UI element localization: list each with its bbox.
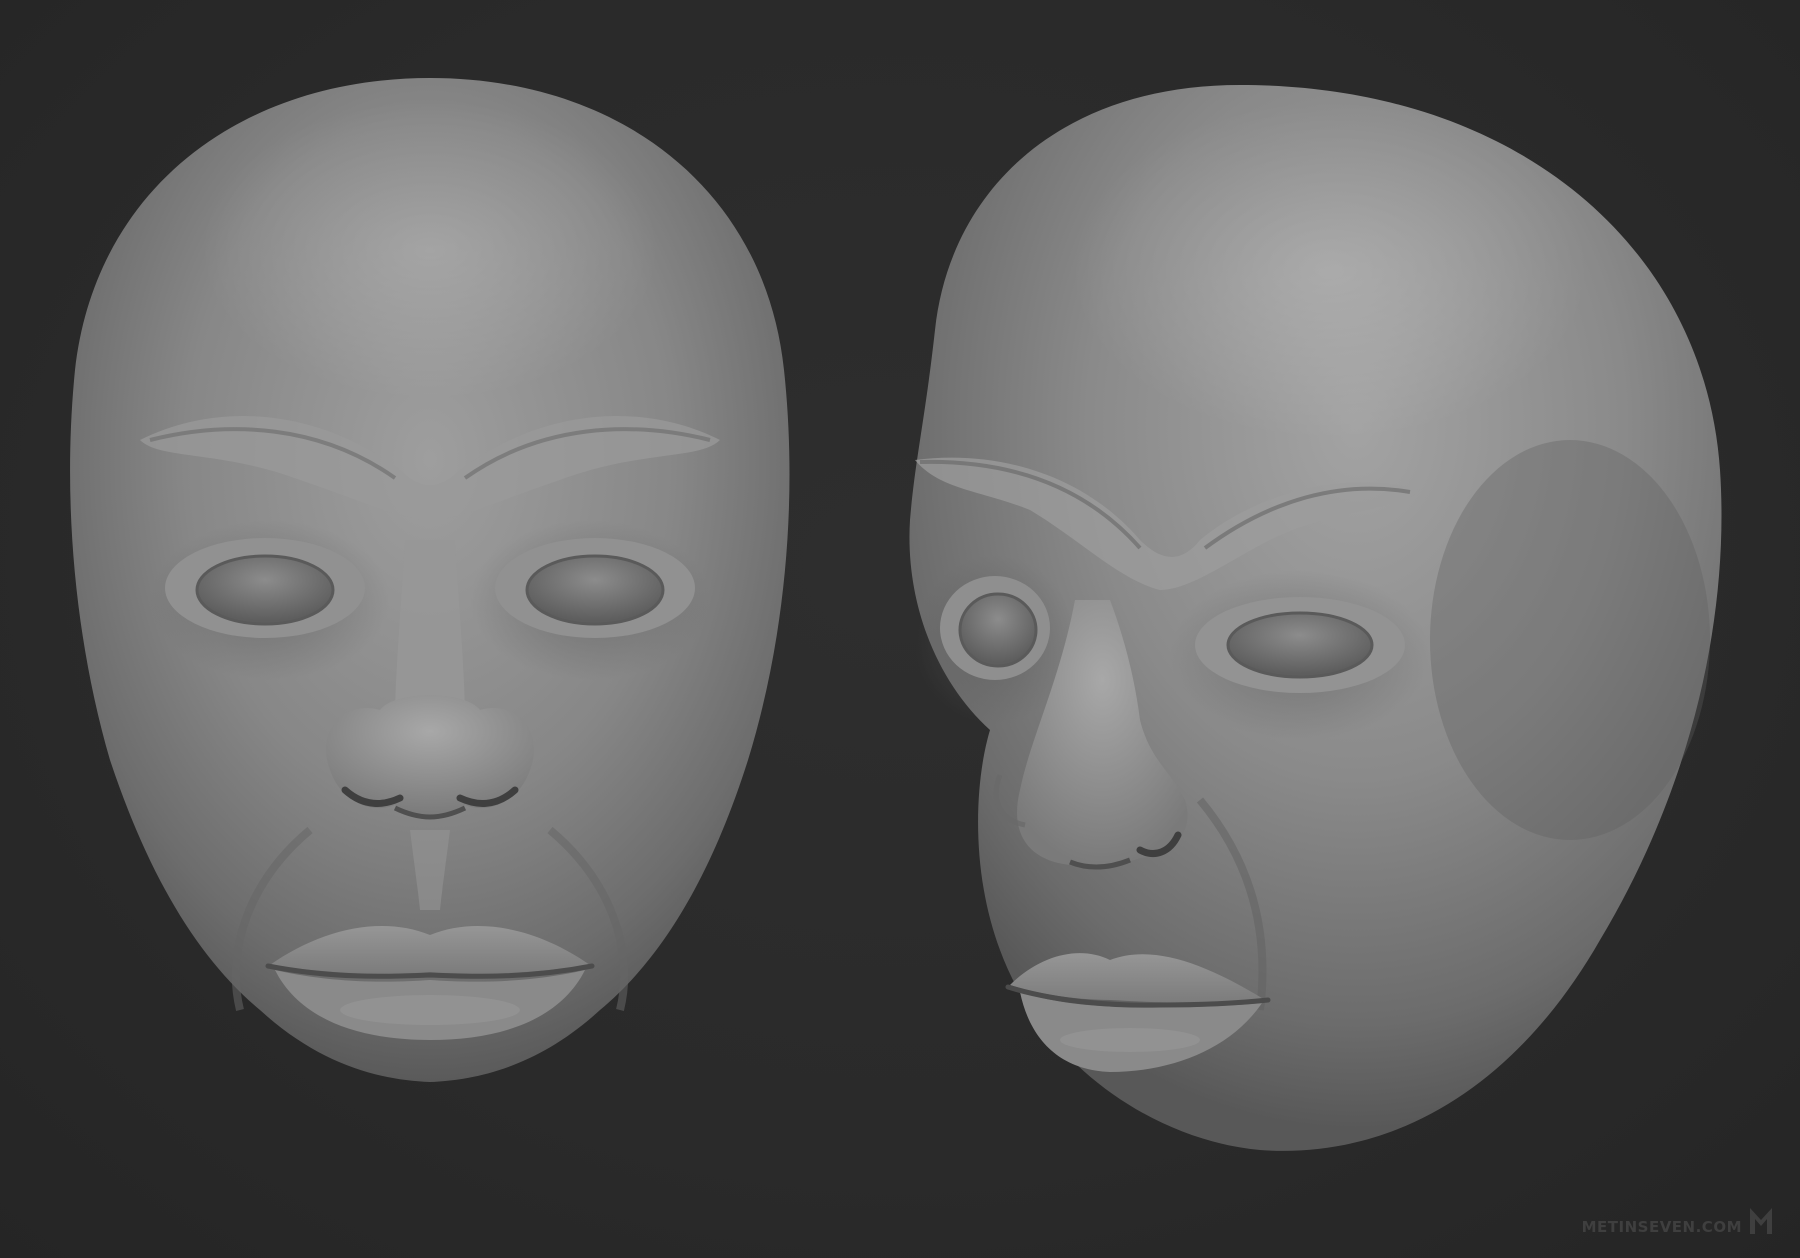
m-logo-icon	[1748, 1202, 1774, 1236]
side-right-eye	[1226, 611, 1374, 679]
render-canvas: METINSEVEN.COM	[0, 0, 1800, 1258]
three-quarter-view-head-sculpt	[909, 85, 1722, 1151]
front-nose-bridge	[395, 540, 465, 720]
sculpt-render	[70, 78, 1722, 1151]
side-left-eye	[958, 592, 1038, 668]
watermark-text: METINSEVEN.COM	[1581, 1218, 1742, 1236]
front-right-eye	[525, 554, 665, 626]
watermark: METINSEVEN.COM	[1582, 1202, 1774, 1236]
front-left-eye	[195, 554, 335, 626]
front-view-head-sculpt	[70, 78, 790, 1082]
